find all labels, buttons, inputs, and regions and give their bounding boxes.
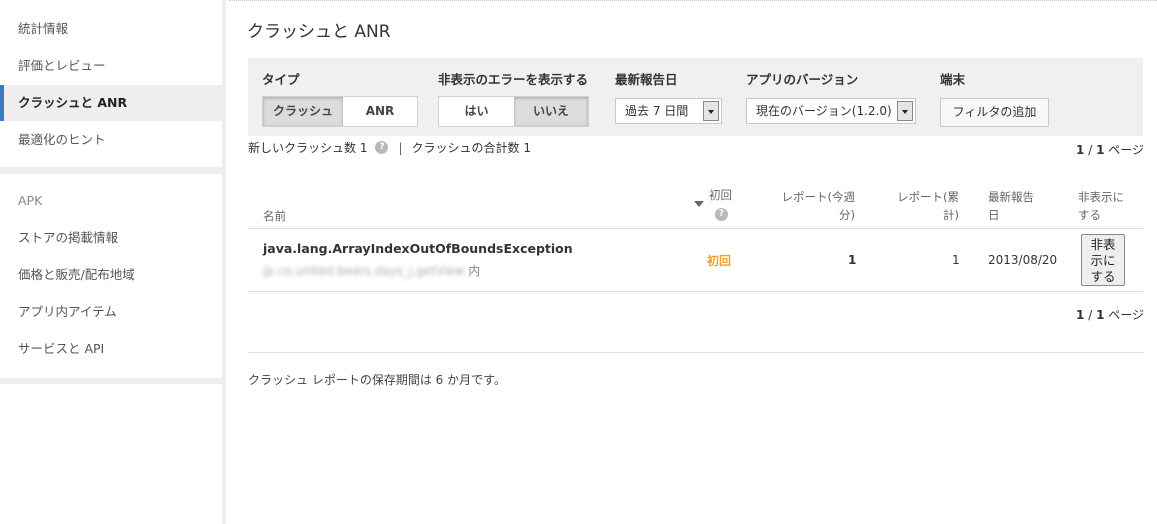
- hidden-no-button[interactable]: いいえ: [514, 97, 588, 126]
- total-crashes-label: クラッシュの合計数: [411, 141, 520, 155]
- type-crash-button[interactable]: クラッシュ: [263, 97, 343, 126]
- app-version-label: アプリのバージョン: [746, 72, 859, 87]
- pager-top: 1 / 1 ページ: [1076, 141, 1144, 158]
- filter-bar: タイプ クラッシュ ANR 非表示のエラーを表示する はい いいえ 最新報告日 …: [248, 58, 1143, 136]
- first-occurrence-badge: 初回: [707, 254, 732, 268]
- sidebar-footer-area: [0, 384, 222, 524]
- sidebar-group-publishing: APK ストアの掲載情報 価格と販売/配布地域 アプリ内アイテム サービスと A…: [0, 174, 222, 378]
- crash-summary: 新しいクラッシュ数 1 ? | クラッシュの合計数 1: [248, 139, 531, 156]
- pager-suffix: ページ: [1104, 308, 1144, 322]
- add-filter-button[interactable]: フィルタの追加: [940, 98, 1049, 127]
- total-crashes-count: 1: [523, 140, 532, 155]
- last-report-value: 過去 7 日間: [625, 104, 689, 118]
- type-anr-button[interactable]: ANR: [343, 97, 417, 126]
- sidebar-item-ratings-reviews[interactable]: 評価とレビュー: [0, 48, 222, 84]
- reports-week-value: 1: [848, 253, 857, 267]
- crash-location-suffix: 内: [468, 264, 481, 278]
- sidebar-item-crashes-anr[interactable]: クラッシュと ANR: [0, 85, 222, 121]
- crash-name-link[interactable]: java.lang.ArrayIndexOutOfBoundsException: [263, 241, 573, 256]
- pager-slash: /: [1084, 308, 1097, 322]
- column-header-name[interactable]: 名前: [263, 207, 286, 225]
- separator: |: [398, 140, 403, 155]
- reports-total-value: 1: [952, 253, 960, 267]
- sidebar-item-in-app-products[interactable]: アプリ内アイテム: [0, 294, 222, 330]
- main-content: クラッシュと ANR タイプ クラッシュ ANR 非表示のエラーを表示する はい…: [229, 0, 1157, 524]
- pager-slash: /: [1084, 143, 1097, 157]
- table-row-divider: [248, 291, 1143, 292]
- help-icon[interactable]: ?: [715, 208, 728, 221]
- column-header-reports-week[interactable]: レポート(今週 分): [769, 188, 856, 224]
- last-report-label: 最新報告日: [615, 72, 678, 87]
- pager-suffix: ページ: [1104, 143, 1144, 157]
- column-header-reports-total[interactable]: レポート(累 計): [879, 188, 959, 224]
- hide-button-line1: 非表: [1090, 237, 1116, 252]
- page-title: クラッシュと ANR: [247, 22, 391, 42]
- hide-button-line3: する: [1090, 269, 1116, 284]
- dropdown-arrow-icon: [897, 101, 913, 121]
- sidebar: 統計情報 評価とレビュー クラッシュと ANR 最適化のヒント APK ストアの…: [0, 0, 226, 524]
- column-header-first[interactable]: 初回: [709, 186, 732, 204]
- sidebar-group-main: 統計情報 評価とレビュー クラッシュと ANR 最適化のヒント: [0, 0, 222, 167]
- pager-bottom: 1 / 1 ページ: [1076, 306, 1144, 323]
- column-header-last-reported-line1: 最新報告: [988, 190, 1034, 204]
- sidebar-item-pricing-distribution[interactable]: 価格と販売/配布地域: [0, 257, 222, 293]
- column-header-hide-line2: する: [1078, 208, 1101, 222]
- sidebar-item-statistics[interactable]: 統計情報: [0, 11, 222, 47]
- hidden-yes-button[interactable]: はい: [439, 97, 514, 126]
- column-header-last-reported-line2: 日: [988, 208, 1000, 222]
- sidebar-item-optimization-tips[interactable]: 最適化のヒント: [0, 122, 222, 158]
- column-header-hide: 非表示に する: [1078, 188, 1124, 224]
- sort-desc-icon[interactable]: [694, 201, 704, 207]
- new-crashes-label: 新しいクラッシュ数: [248, 141, 357, 155]
- retention-notice: クラッシュ レポートの保存期間は 6 か月です。: [248, 373, 506, 387]
- column-header-reports-total-line1: レポート(累: [897, 190, 959, 204]
- hidden-errors-toggle: はい いいえ: [438, 96, 589, 127]
- app-version-select[interactable]: 現在のバージョン(1.2.0): [746, 98, 916, 124]
- dropdown-arrow-icon: [703, 101, 719, 121]
- column-header-reports-week-line1: レポート(今週: [781, 190, 856, 204]
- footer-divider: [248, 352, 1143, 353]
- crash-location-blurred: jp.co.united.bears.days_j.getView: [263, 264, 465, 278]
- last-reported-value: 2013/08/20: [988, 253, 1058, 267]
- column-header-last-reported[interactable]: 最新報告 日: [988, 188, 1034, 224]
- sidebar-item-store-listing[interactable]: ストアの掲載情報: [0, 220, 222, 256]
- table-header-divider: [248, 228, 1143, 229]
- crash-location: jp.co.united.bears.days_j.getView 内: [263, 262, 480, 279]
- type-filter-label: タイプ: [262, 72, 300, 87]
- hide-button-line2: 示に: [1090, 253, 1116, 268]
- new-crashes-count: 1: [359, 140, 368, 155]
- column-header-reports-total-line2: 計): [943, 208, 959, 222]
- sidebar-item-apk[interactable]: APK: [0, 183, 222, 219]
- sidebar-item-services-api[interactable]: サービスと API: [0, 331, 222, 367]
- app-version-value: 現在のバージョン(1.2.0): [756, 104, 892, 118]
- hide-button[interactable]: 非表 示に する: [1081, 234, 1125, 286]
- hidden-errors-label: 非表示のエラーを表示する: [438, 72, 589, 87]
- column-header-reports-week-line2: 分): [839, 208, 855, 222]
- help-icon[interactable]: ?: [375, 141, 389, 154]
- type-toggle: クラッシュ ANR: [262, 96, 418, 127]
- last-report-select[interactable]: 過去 7 日間: [615, 98, 722, 124]
- device-label: 端末: [940, 72, 966, 87]
- column-header-hide-line1: 非表示に: [1078, 190, 1124, 204]
